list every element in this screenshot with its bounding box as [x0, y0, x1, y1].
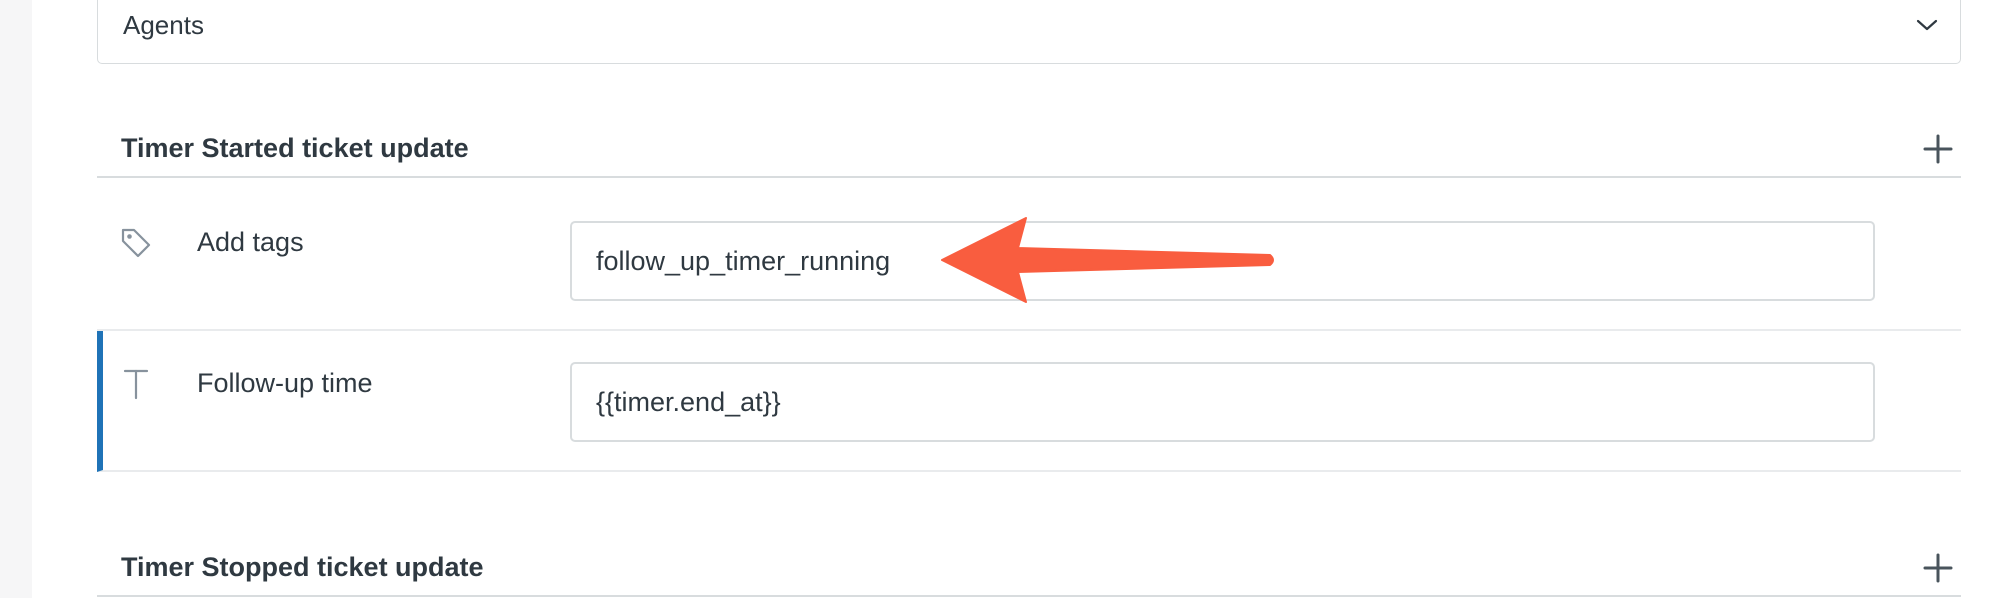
- add-tags-input[interactable]: [570, 221, 1875, 301]
- left-rail: [0, 0, 32, 598]
- chevron-down-icon: [1916, 19, 1938, 31]
- section-title-timer-stopped: Timer Stopped ticket update: [121, 552, 484, 582]
- add-tags-label: Add tags: [197, 227, 304, 257]
- action-row-add-tags: Add tags: [97, 190, 1961, 331]
- tag-icon: [121, 228, 151, 258]
- plus-icon[interactable]: [1921, 132, 1955, 166]
- section-header-timer-started: Timer Started ticket update: [97, 118, 1961, 178]
- text-field-icon: [123, 369, 149, 400]
- group-select-value: Agents: [123, 10, 204, 40]
- plus-icon[interactable]: [1921, 551, 1955, 585]
- section-header-timer-stopped: Timer Stopped ticket update: [97, 537, 1961, 597]
- action-row-follow-up-time: Follow-up time: [97, 331, 1961, 472]
- section-title-timer-started: Timer Started ticket update: [121, 133, 469, 163]
- follow-up-time-label: Follow-up time: [197, 368, 373, 398]
- page: Agents Timer Started ticket update Add t…: [0, 0, 2002, 598]
- group-select[interactable]: Agents: [97, 0, 1961, 64]
- follow-up-time-input[interactable]: [570, 362, 1875, 442]
